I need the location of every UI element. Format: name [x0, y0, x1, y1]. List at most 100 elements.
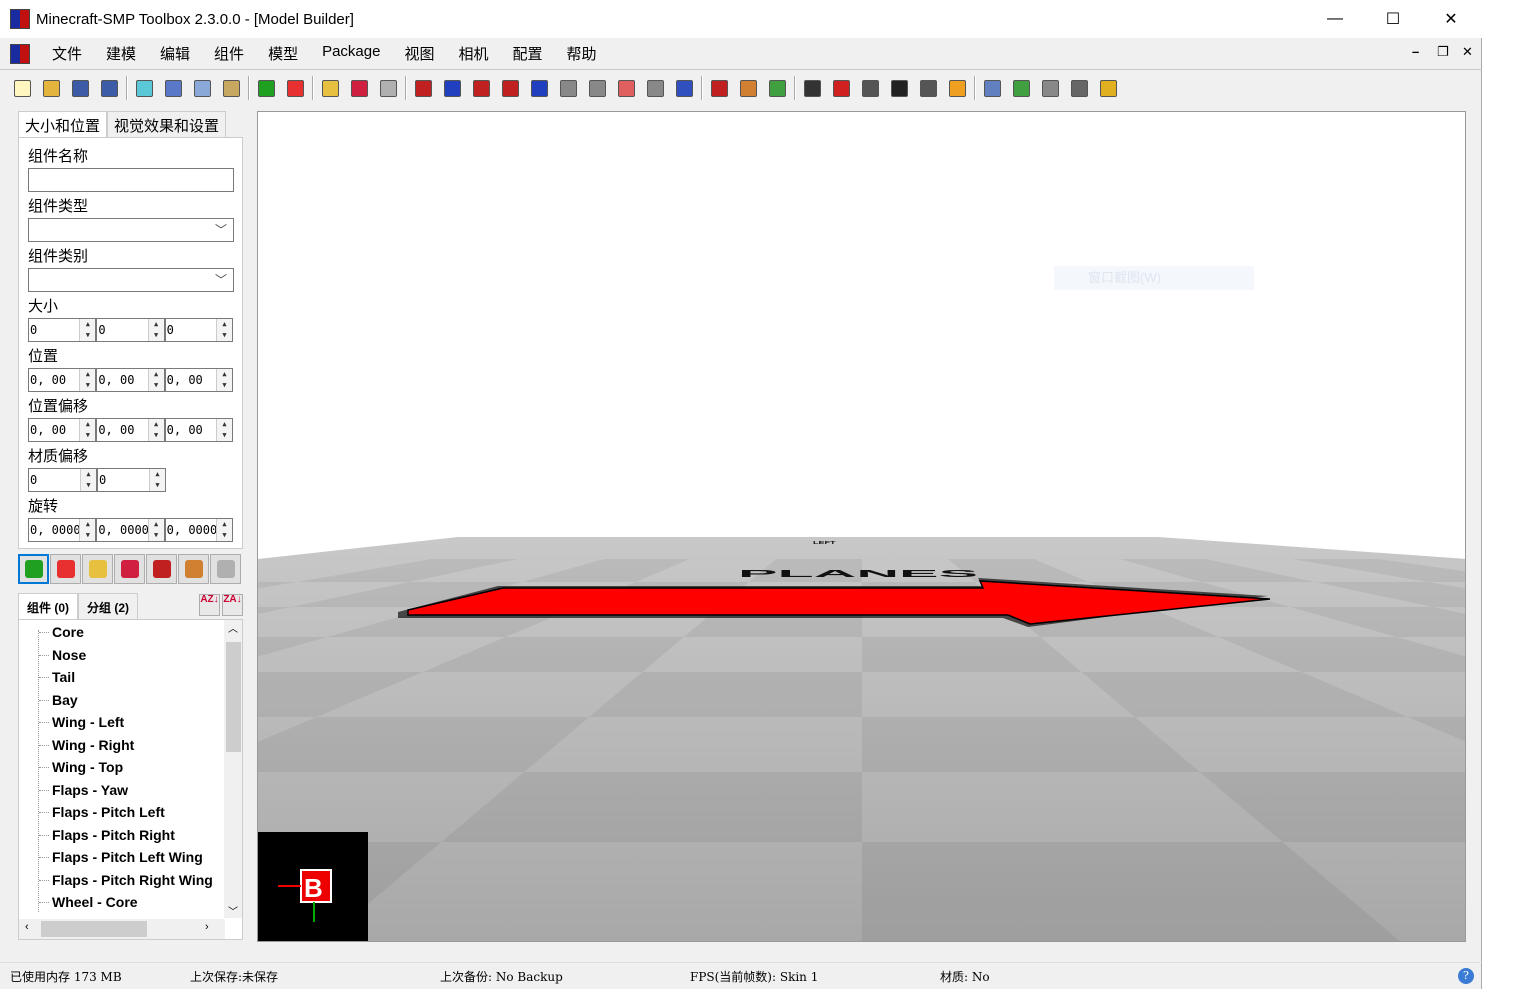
delete-button[interactable] [210, 554, 241, 584]
cut-button[interactable] [159, 74, 188, 102]
horizontal-scrollbar[interactable]: ‹ › [19, 919, 225, 939]
offset-spinner[interactable]: 0, 00 ▲ ▼ [164, 418, 233, 442]
position-spinner[interactable]: 0, 00 ▲ ▼ [96, 368, 165, 392]
3d-viewport[interactable]: LEFT PLANES B 窗口截图(W) [257, 111, 1466, 942]
size-spinner[interactable]: 0 ▲ ▼ [28, 318, 97, 342]
offset-spinner[interactable]: 0, 00 ▲ ▼ [96, 418, 165, 442]
size-spinner[interactable]: 0 ▲ ▼ [96, 318, 165, 342]
position-spinner[interactable]: 0, 00 ▲ ▼ [164, 368, 233, 392]
sort-az-button[interactable]: AZ↓ [199, 594, 220, 616]
up-down-arrows-icon[interactable]: ▲ ▼ [149, 469, 165, 491]
mdi-app-icon[interactable] [10, 43, 30, 64]
list-button[interactable] [978, 74, 1007, 102]
menu-item[interactable]: 编辑 [148, 43, 202, 64]
bounds-button[interactable] [641, 74, 670, 102]
box-button[interactable] [281, 74, 310, 102]
menu-item[interactable]: Package [310, 43, 392, 64]
shield-button[interactable] [1094, 74, 1123, 102]
up-down-arrows-icon[interactable]: ▲ ▼ [215, 319, 232, 341]
up-down-arrows-icon[interactable]: ▲ ▼ [147, 319, 164, 341]
cross-button[interactable] [798, 74, 827, 102]
menu-item[interactable]: 视图 [392, 43, 446, 64]
size-spinner[interactable]: 0 ▲ ▼ [164, 318, 233, 342]
tree-item[interactable]: Wheel - Core [39, 891, 138, 913]
wheel-button[interactable] [885, 74, 914, 102]
menu-item[interactable]: 模型 [256, 43, 310, 64]
tree-item[interactable]: Bay [39, 689, 78, 711]
cube-button[interactable] [252, 74, 281, 102]
rotation-spinner[interactable]: 0, 0000 ▲ ▼ [164, 518, 233, 542]
new-button[interactable] [8, 74, 37, 102]
paint-button[interactable] [763, 74, 792, 102]
cube-button[interactable] [18, 554, 49, 584]
position-spinner[interactable]: 0, 00 ▲ ▼ [28, 368, 97, 392]
brush-button[interactable] [178, 554, 209, 584]
brush-button[interactable] [734, 74, 763, 102]
tree-item[interactable]: Flaps - Pitch Left Wing [39, 846, 203, 868]
tree-item[interactable]: Flaps - Pitch Right Wing [39, 869, 213, 891]
close-button[interactable]: ✕ [1422, 0, 1480, 38]
save-button[interactable] [66, 74, 95, 102]
mirror-y-button[interactable] [438, 74, 467, 102]
name-input[interactable] [28, 168, 234, 192]
scroll-left-icon[interactable]: ‹ [25, 921, 29, 933]
menu-item[interactable]: 文件 [40, 43, 94, 64]
help-icon[interactable]: ? [1458, 968, 1474, 984]
robot-button[interactable] [1065, 74, 1094, 102]
up-down-arrows-icon[interactable]: ▲ ▼ [215, 419, 232, 441]
minimize-button[interactable]: — [1306, 0, 1364, 38]
red-block-button[interactable] [827, 74, 856, 102]
group-button[interactable] [114, 554, 145, 584]
document-button[interactable] [130, 74, 159, 102]
eraser-button[interactable] [612, 74, 641, 102]
texture-button[interactable] [705, 74, 734, 102]
category-select[interactable]: ﹀ [28, 268, 234, 292]
scroll-down-icon[interactable]: ﹀ [224, 903, 242, 918]
menu-item[interactable]: 配置 [500, 43, 554, 64]
up-down-arrows-icon[interactable]: ▲ ▼ [80, 469, 96, 491]
pencil-button[interactable] [316, 74, 345, 102]
up-down-arrows-icon[interactable]: ▲ ▼ [79, 419, 96, 441]
type-select[interactable]: ﹀ [28, 218, 234, 242]
offset-spinner[interactable]: 0, 00 ▲ ▼ [28, 418, 97, 442]
up-down-arrows-icon[interactable]: ▲ ▼ [147, 519, 164, 541]
rotate-left-0-button[interactable] [554, 74, 583, 102]
menu-item[interactable]: 相机 [446, 43, 500, 64]
tree-item[interactable]: Wing - Top [38, 756, 123, 778]
mirror-x-button[interactable] [409, 74, 438, 102]
rotate-right-button[interactable] [525, 74, 554, 102]
maximize-button[interactable]: ☐ [1364, 0, 1422, 38]
mdi-restore-button[interactable]: ❐ [1437, 44, 1449, 60]
tree-item[interactable]: Flaps - Yaw [39, 779, 128, 801]
boot-button[interactable] [856, 74, 885, 102]
copy-button[interactable] [188, 74, 217, 102]
rotate-left-button[interactable] [496, 74, 525, 102]
tree-item[interactable]: Flaps - Pitch Right [39, 824, 175, 846]
tab-groups[interactable]: 分组 (2) [78, 593, 139, 619]
up-down-arrows-icon[interactable]: ▲ ▼ [79, 369, 96, 391]
texture-button[interactable] [146, 554, 177, 584]
tree-item[interactable]: Flaps - Pitch Left [39, 801, 165, 823]
tree-item[interactable]: Wing - Right [38, 734, 134, 756]
menu-item[interactable]: 组件 [202, 43, 256, 64]
up-down-arrows-icon[interactable]: ▲ ▼ [147, 419, 164, 441]
texture-offset-spinner[interactable]: 0 ▲ ▼ [97, 468, 166, 492]
tab-visual-settings[interactable]: 视觉效果和设置 [107, 111, 227, 137]
mdi-minimize-button[interactable]: – [1412, 44, 1419, 59]
tree-item[interactable]: Nose [38, 644, 86, 666]
box-button[interactable] [50, 554, 81, 584]
scroll-thumb[interactable] [41, 921, 147, 937]
menu-item[interactable]: 建模 [94, 43, 148, 64]
explode-button[interactable] [943, 74, 972, 102]
checklist-button[interactable] [1007, 74, 1036, 102]
tab-size-position[interactable]: 大小和位置 [18, 111, 108, 137]
up-down-arrows-icon[interactable]: ▲ ▼ [147, 369, 164, 391]
up-down-arrows-icon[interactable]: ▲ ▼ [79, 319, 96, 341]
settings-button[interactable] [1036, 74, 1065, 102]
save-all-button[interactable] [95, 74, 124, 102]
paste-button[interactable] [217, 74, 246, 102]
scroll-right-icon[interactable]: › [205, 921, 209, 933]
mirror-z-button[interactable] [467, 74, 496, 102]
open-button[interactable] [37, 74, 66, 102]
tab-components[interactable]: 组件 (0) [18, 593, 79, 619]
